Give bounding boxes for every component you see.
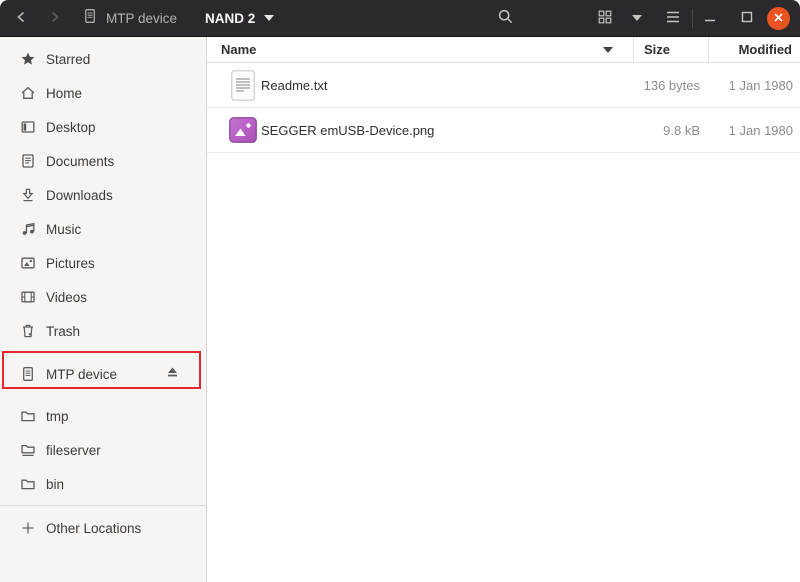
column-header-name[interactable]: Name [207,37,633,62]
text-file-icon [227,68,259,102]
close-button[interactable] [767,7,790,30]
sidebar-item-home[interactable]: Home [0,76,206,110]
sidebar-item-bin[interactable]: bin [0,467,206,501]
trash-icon [20,323,36,339]
sidebar-item-label: Downloads [46,188,113,203]
documents-icon [20,153,36,169]
forward-button[interactable] [42,5,66,31]
sidebar-item-label: Documents [46,154,114,169]
menu-button[interactable] [661,5,685,31]
view-options-caret-icon [632,15,642,21]
search-button[interactable] [493,5,517,31]
sidebar-separator [0,505,206,506]
file-name: SEGGER emUSB-Device.png [261,123,434,138]
folder-icon [20,408,36,424]
column-header-size[interactable]: Size [633,37,708,62]
music-icon [20,221,36,237]
phone-icon [84,8,96,29]
sidebar-item-label: Desktop [46,120,96,135]
view-options-button[interactable] [628,5,646,31]
file-modified: 1 Jan 1980 [708,78,800,93]
search-icon [497,8,514,28]
maximize-button[interactable] [735,5,759,31]
headerbar-separator [692,9,693,28]
sidebar-item-starred[interactable]: Starred [0,42,206,76]
sort-descending-icon [603,47,613,53]
phone-icon [20,366,36,382]
chevron-down-icon [264,15,274,21]
close-icon [773,11,784,26]
file-modified: 1 Jan 1980 [708,123,800,138]
sidebar-item-pictures[interactable]: Pictures [0,246,206,280]
file-manager-window: MTP device NAND 2 [0,0,800,582]
sidebar-item-label: MTP device [46,367,117,382]
image-file-icon [227,113,259,147]
menu-icon [665,10,681,27]
desktop-icon [20,119,36,135]
column-header-modified[interactable]: Modified [708,37,800,62]
back-button[interactable] [10,5,34,31]
back-icon [14,9,30,28]
sidebar-item-label: Pictures [46,256,95,271]
sidebar-item-mtp-device[interactable]: MTP device [0,357,206,391]
file-name: Readme.txt [261,78,327,93]
plus-icon [20,520,36,536]
sidebar-item-music[interactable]: Music [0,212,206,246]
sidebar-item-label: Music [46,222,81,237]
breadcrumb-device[interactable]: MTP device [84,8,177,29]
list-header: Name Size Modified [207,37,800,63]
column-header-size-label: Size [644,42,670,57]
folder-network-icon [20,442,36,458]
sidebar-item-documents[interactable]: Documents [0,144,206,178]
sidebar-item-label: Home [46,86,82,101]
minimize-icon [702,9,718,28]
sidebar-item-trash[interactable]: Trash [0,314,206,348]
sidebar-item-tmp[interactable]: tmp [0,399,206,433]
pictures-icon [20,255,36,271]
eject-button[interactable] [164,366,180,382]
sidebar-item-label: Other Locations [46,521,141,536]
column-header-modified-label: Modified [739,42,792,57]
minimize-button[interactable] [698,5,722,31]
file-row-readme[interactable]: Readme.txt 136 bytes 1 Jan 1980 [207,63,800,108]
file-list-pane: Name Size Modified [207,37,800,582]
view-grid-icon [597,9,613,28]
sidebar: Starred Home Desktop [0,37,207,582]
sidebar-item-label: Trash [46,324,80,339]
star-icon [20,51,36,67]
view-grid-button[interactable] [593,5,617,31]
location-dropdown-button[interactable]: NAND 2 [205,11,274,26]
sidebar-item-label: Starred [46,52,90,67]
window-content: Starred Home Desktop [0,37,800,582]
sidebar-item-label: tmp [46,409,69,424]
sidebar-item-fileserver[interactable]: fileserver [0,433,206,467]
eject-icon [166,366,179,382]
sidebar-item-label: fileserver [46,443,101,458]
sidebar-item-desktop[interactable]: Desktop [0,110,206,144]
maximize-icon [739,9,755,28]
file-size: 9.8 kB [633,123,708,138]
sidebar-item-videos[interactable]: Videos [0,280,206,314]
forward-icon [46,9,62,28]
downloads-icon [20,187,36,203]
folder-icon [20,476,36,492]
column-header-name-label: Name [221,42,256,57]
location-label: NAND 2 [205,11,255,26]
sidebar-item-label: bin [46,477,64,492]
file-row-segger-png[interactable]: SEGGER emUSB-Device.png 9.8 kB 1 Jan 198… [207,108,800,153]
sidebar-item-label: Videos [46,290,87,305]
sidebar-item-downloads[interactable]: Downloads [0,178,206,212]
breadcrumb-device-label: MTP device [106,11,177,26]
file-size: 136 bytes [633,78,708,93]
home-icon [20,85,36,101]
header-bar[interactable]: MTP device NAND 2 [0,0,800,37]
sidebar-item-other-locations[interactable]: Other Locations [0,511,206,545]
videos-icon [20,289,36,305]
